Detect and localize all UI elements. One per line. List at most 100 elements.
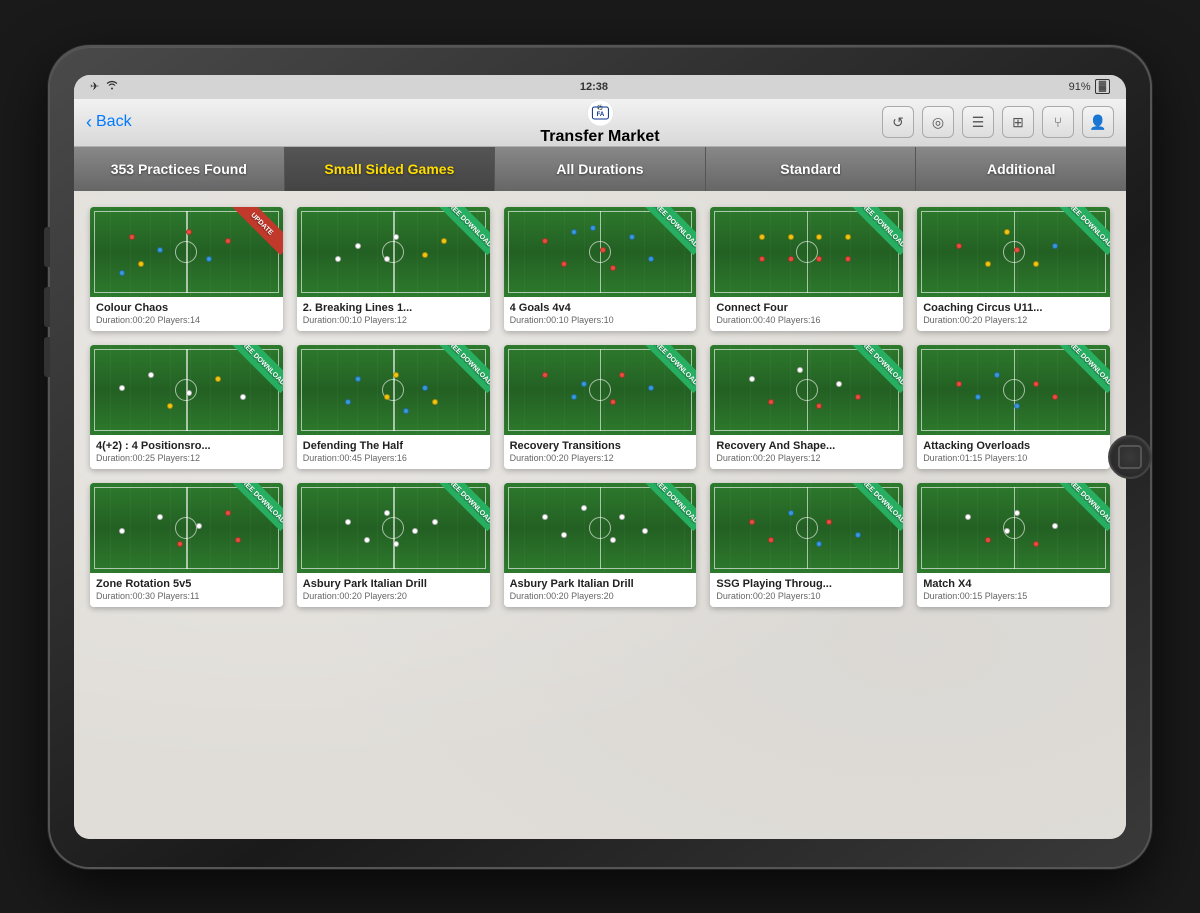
card-item[interactable]: FREE DOWNLOAD Attacking Overloads Durati… (917, 345, 1110, 469)
player-dot (215, 376, 221, 382)
back-button[interactable]: ‹ Back (86, 112, 132, 133)
player-dot (836, 381, 842, 387)
card-info: Zone Rotation 5v5 Duration:00:30 Players… (90, 573, 283, 607)
card-title: 4(+2) : 4 Positionsro... (96, 440, 277, 452)
card-image: FREE DOWNLOAD (710, 345, 903, 435)
nav-icon-grid[interactable]: ⊞ (1002, 106, 1034, 138)
card-title: Attacking Overloads (923, 440, 1104, 452)
player-dot (561, 261, 567, 267)
card-title: Zone Rotation 5v5 (96, 578, 277, 590)
player-dot (345, 519, 351, 525)
player-dot (619, 514, 625, 520)
filter-type[interactable]: Small Sided Games (285, 147, 496, 191)
nav-icon-share[interactable]: ⑂ (1042, 106, 1074, 138)
filter-bar: 353 Practices Found Small Sided Games Al… (74, 147, 1126, 191)
player-dot (788, 510, 794, 516)
player-dot (571, 394, 577, 400)
card-badge: FREE DOWNLOAD (434, 207, 490, 263)
card-badge: FREE DOWNLOAD (640, 483, 696, 539)
card-badge: FREE DOWNLOAD (847, 207, 903, 263)
card-meta: Duration:00:20 Players:12 (923, 315, 1104, 325)
card-item[interactable]: FREE DOWNLOAD Recovery And Shape... Dura… (710, 345, 903, 469)
card-info: Asbury Park Italian Drill Duration:00:20… (504, 573, 697, 607)
card-item[interactable]: FREE DOWNLOAD Coaching Circus U11... Dur… (917, 207, 1110, 331)
card-info: Colour Chaos Duration:00:20 Players:14 (90, 297, 283, 331)
filter-additional[interactable]: Additional (916, 147, 1126, 191)
nav-icon-history[interactable]: ↺ (882, 106, 914, 138)
player-dot (797, 367, 803, 373)
card-title: Defending The Half (303, 440, 484, 452)
ipad-screen: ✈ 12:38 91% ▓ ‹ Back ⚽ (74, 75, 1126, 839)
card-item[interactable]: FREE DOWNLOAD Recovery Transitions Durat… (504, 345, 697, 469)
card-badge: FREE DOWNLOAD (847, 483, 903, 539)
player-dot (956, 243, 962, 249)
svg-text:FA: FA (596, 112, 604, 118)
home-button[interactable] (1108, 435, 1152, 479)
player-dot (196, 523, 202, 529)
card-item[interactable]: FREE DOWNLOAD Zone Rotation 5v5 Duration… (90, 483, 283, 607)
player-dot (1033, 261, 1039, 267)
player-dot (816, 256, 822, 262)
card-meta: Duration:00:20 Players:10 (716, 591, 897, 601)
player-dot (759, 234, 765, 240)
status-bar: ✈ 12:38 91% ▓ (74, 75, 1126, 99)
back-label: Back (96, 113, 132, 131)
card-badge: FREE DOWNLOAD (640, 345, 696, 401)
card-image: FREE DOWNLOAD (297, 207, 490, 297)
player-dot (1004, 528, 1010, 534)
card-badge: FREE DOWNLOAD (434, 483, 490, 539)
player-dot (994, 372, 1000, 378)
player-dot (206, 256, 212, 262)
card-meta: Duration:00:20 Players:20 (303, 591, 484, 601)
card-info: Recovery And Shape... Duration:00:20 Pla… (710, 435, 903, 469)
filter-standard[interactable]: Standard (706, 147, 917, 191)
filter-count[interactable]: 353 Practices Found (74, 147, 285, 191)
card-image: UPDATE (90, 207, 283, 297)
card-image: FREE DOWNLOAD (710, 483, 903, 573)
card-item[interactable]: FREE DOWNLOAD Connect Four Duration:00:4… (710, 207, 903, 331)
player-dot (610, 399, 616, 405)
nav-icon-list[interactable]: ☰ (962, 106, 994, 138)
card-item[interactable]: FREE DOWNLOAD Match X4 Duration:00:15 Pl… (917, 483, 1110, 607)
card-item[interactable]: FREE DOWNLOAD Asbury Park Italian Drill … (504, 483, 697, 607)
nav-icon-target[interactable]: ◎ (922, 106, 954, 138)
card-info: Attacking Overloads Duration:01:15 Playe… (917, 435, 1110, 469)
player-dot (610, 265, 616, 271)
card-image: FREE DOWNLOAD (917, 483, 1110, 573)
card-item[interactable]: UPDATE Colour Chaos Duration:00:20 Playe… (90, 207, 283, 331)
status-right: 91% ▓ (1069, 79, 1110, 94)
airplane-icon: ✈ (90, 80, 99, 93)
nav-title-area: ⚽ FA Transfer Market (540, 99, 659, 146)
wifi-icon (105, 80, 119, 93)
player-dot (393, 234, 399, 240)
card-item[interactable]: FREE DOWNLOAD SSG Playing Throug... Dura… (710, 483, 903, 607)
back-chevron-icon: ‹ (86, 112, 92, 133)
nav-icon-user[interactable]: 👤 (1082, 106, 1114, 138)
player-dot (186, 390, 192, 396)
filter-duration[interactable]: All Durations (495, 147, 706, 191)
card-title: SSG Playing Throug... (716, 578, 897, 590)
card-item[interactable]: FREE DOWNLOAD 4 Goals 4v4 Duration:00:10… (504, 207, 697, 331)
card-title: Connect Four (716, 302, 897, 314)
player-dot (148, 372, 154, 378)
card-item[interactable]: FREE DOWNLOAD 2. Breaking Lines 1... Dur… (297, 207, 490, 331)
player-dot (788, 234, 794, 240)
status-left: ✈ (90, 80, 119, 93)
battery-icon: ▓ (1095, 79, 1110, 94)
card-badge: FREE DOWNLOAD (227, 345, 283, 401)
player-dot (177, 541, 183, 547)
player-dot (542, 372, 548, 378)
card-info: 2. Breaking Lines 1... Duration:00:10 Pl… (297, 297, 490, 331)
card-item[interactable]: FREE DOWNLOAD Asbury Park Italian Drill … (297, 483, 490, 607)
player-dot (542, 514, 548, 520)
card-badge: FREE DOWNLOAD (1054, 207, 1110, 263)
card-item[interactable]: FREE DOWNLOAD Defending The Half Duratio… (297, 345, 490, 469)
card-image: FREE DOWNLOAD (710, 207, 903, 297)
card-item[interactable]: FREE DOWNLOAD 4(+2) : 4 Positionsro... D… (90, 345, 283, 469)
player-dot (384, 510, 390, 516)
card-badge: FREE DOWNLOAD (847, 345, 903, 401)
card-info: Match X4 Duration:00:15 Players:15 (917, 573, 1110, 607)
status-time: 12:38 (580, 81, 608, 93)
card-badge: FREE DOWNLOAD (1054, 483, 1110, 539)
player-dot (816, 403, 822, 409)
